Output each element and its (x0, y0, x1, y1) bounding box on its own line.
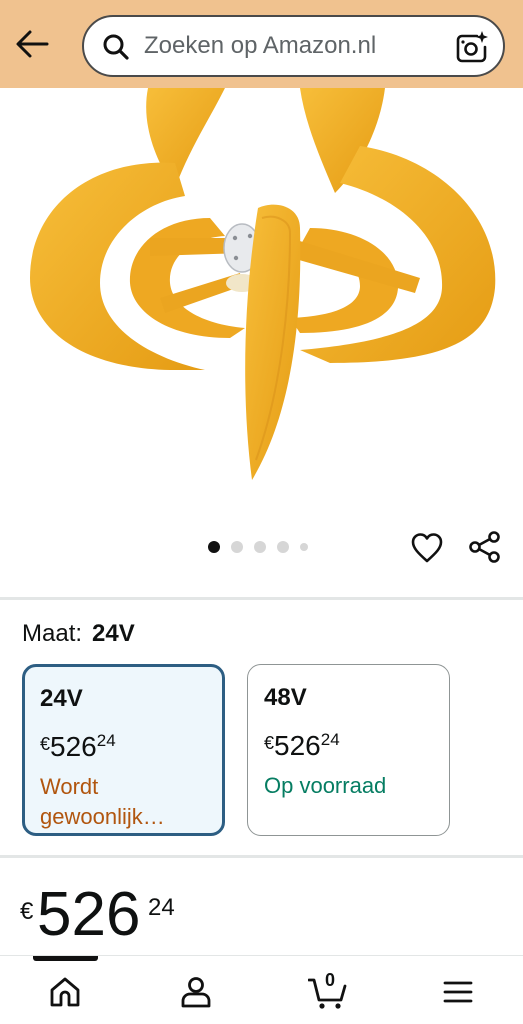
option-size: 24V (40, 685, 83, 712)
heart-icon[interactable] (410, 531, 444, 565)
carousel-dot[interactable] (300, 543, 308, 551)
option-size: 48V (264, 684, 307, 711)
search-placeholder: Zoeken op Amazon.nl (144, 32, 377, 59)
carousel-dot[interactable] (231, 541, 243, 553)
product-image[interactable] (0, 88, 523, 508)
cart-count: 0 (324, 970, 335, 990)
home-icon[interactable] (47, 974, 83, 1010)
price-cents: 24 (148, 894, 175, 921)
search-icon (103, 34, 129, 60)
option-availability: Wordt gewoonlijk… (40, 774, 165, 829)
size-label-text: Maat: (22, 620, 83, 647)
search-input[interactable]: Zoeken op Amazon.nl (82, 15, 505, 77)
size-selected-value: 24V (92, 620, 135, 647)
share-icon[interactable] (468, 530, 502, 564)
size-option-48v[interactable]: 48V €52624 Op voorraad (247, 664, 450, 836)
account-icon[interactable] (178, 974, 214, 1010)
size-option-24v[interactable]: 24V €52624 Wordt gewoonlijk… (22, 664, 225, 836)
price-whole: 526 (37, 880, 141, 949)
section-divider (0, 597, 523, 600)
image-carousel-dots[interactable] (208, 541, 308, 553)
product-page: Zoeken op Amazon.nl Maat: 24V 24V €52624… (0, 0, 523, 1024)
carousel-dot[interactable] (208, 541, 220, 553)
price-currency: € (20, 898, 34, 925)
top-search-bar: Zoeken op Amazon.nl (0, 0, 523, 88)
option-price: €52624 (264, 730, 340, 761)
active-tab-indicator (33, 956, 98, 961)
option-price: €52624 (40, 731, 116, 762)
section-divider (0, 855, 523, 858)
carousel-dot[interactable] (254, 541, 266, 553)
size-label: Maat: 24V (22, 620, 135, 648)
option-availability: Op voorraad (264, 773, 387, 798)
cart-button[interactable]: 0 (307, 970, 348, 1010)
camera-sparkle-icon[interactable] (455, 30, 489, 64)
back-button[interactable] (12, 26, 52, 62)
bottom-navigation: 0 (0, 955, 523, 1024)
menu-icon[interactable] (440, 974, 476, 1010)
arrow-left-icon (16, 30, 49, 58)
carousel-dot[interactable] (277, 541, 289, 553)
